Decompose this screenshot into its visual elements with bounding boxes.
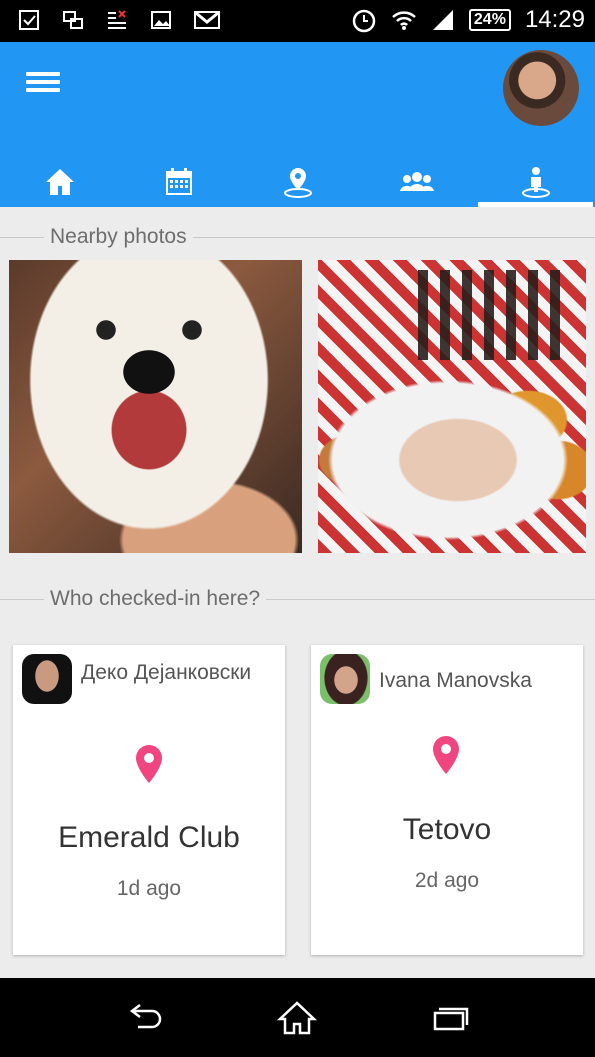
alarm-icon [352,9,376,33]
signal-mute-icon [108,10,126,29]
back-icon [129,1003,161,1028]
tab-bar [0,157,595,207]
photo-detail [418,270,568,360]
section-title: Nearby photos [44,225,193,249]
tab-people[interactable] [357,157,476,207]
checkbox-icon [19,10,39,30]
checkins-header: Who checked-in here? [0,587,595,611]
tab-checkin[interactable] [476,157,595,207]
screens-icon [63,11,83,29]
tab-calendar[interactable] [119,157,238,207]
nearby-photo-dog[interactable] [9,260,302,553]
map-pin-icon [433,736,459,774]
checkin-card[interactable]: Деко Дејанковски Emerald Club 1d ago [13,645,285,955]
battery-indicator: 24% [468,9,511,31]
wifi-icon [392,11,416,30]
nearby-photos-header: Nearby photos [0,225,595,249]
hamburger-icon[interactable] [26,68,66,98]
location-icon [283,168,312,198]
back-button[interactable] [116,993,176,1043]
clock: 14:29 [524,6,585,33]
checkin-user-name: Ivana Manovska [379,669,532,692]
avatar [320,654,370,704]
nearby-photo-food[interactable] [318,260,586,553]
home-icon [277,1000,318,1034]
avatar[interactable] [503,50,579,126]
checkin-place: Tetovo [402,813,492,846]
home-icon [45,169,74,195]
gmail-icon [194,11,220,29]
status-bar: 24% 14:29 [0,0,595,42]
recent-apps-button[interactable] [419,993,479,1043]
checkin-card[interactable]: Ivana Manovska Tetovo 2d ago [311,645,583,955]
image-icon [151,11,171,29]
person-pin-icon [521,167,550,198]
home-button[interactable] [267,993,327,1043]
checkin-user-name: Деко Дејанковски [81,661,252,684]
checkin-place: Emerald Club [58,821,240,854]
section-title: Who checked-in here? [44,587,267,611]
cell-signal-icon [432,10,453,30]
tab-home[interactable] [0,157,119,207]
navigation-bar [0,978,595,1057]
tab-location[interactable] [238,157,357,207]
people-icon [399,172,434,191]
recent-apps-icon [433,1007,469,1030]
checkin-time: 1d ago [116,877,182,900]
avatar [22,654,72,704]
map-pin-icon [136,745,162,783]
app-bar [0,42,595,207]
calendar-icon [165,168,192,195]
checkin-time: 2d ago [414,869,480,892]
